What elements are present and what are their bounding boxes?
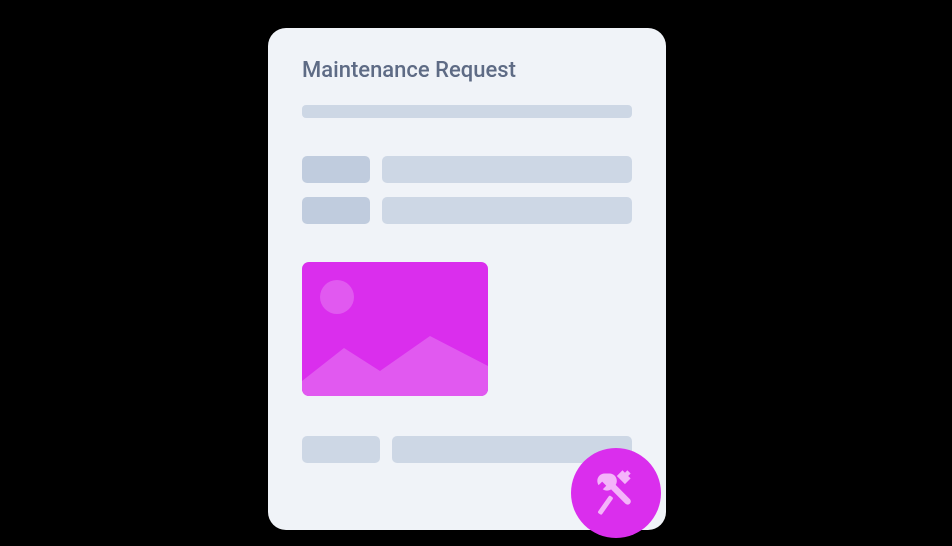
placeholder-line: [302, 105, 632, 118]
field-row: [302, 197, 632, 224]
field-value-placeholder: [382, 156, 632, 183]
sun-shape: [320, 280, 354, 314]
tools-badge: [571, 448, 661, 538]
tools-icon: [590, 467, 642, 519]
mountain-shape: [302, 336, 488, 396]
field-row: [302, 436, 632, 463]
field-label-placeholder: [302, 436, 380, 463]
field-row: [302, 156, 632, 183]
image-placeholder-icon: [302, 262, 488, 396]
field-value-placeholder: [382, 197, 632, 224]
field-label-placeholder: [302, 156, 370, 183]
card-title: Maintenance Request: [302, 58, 632, 83]
field-label-placeholder: [302, 197, 370, 224]
